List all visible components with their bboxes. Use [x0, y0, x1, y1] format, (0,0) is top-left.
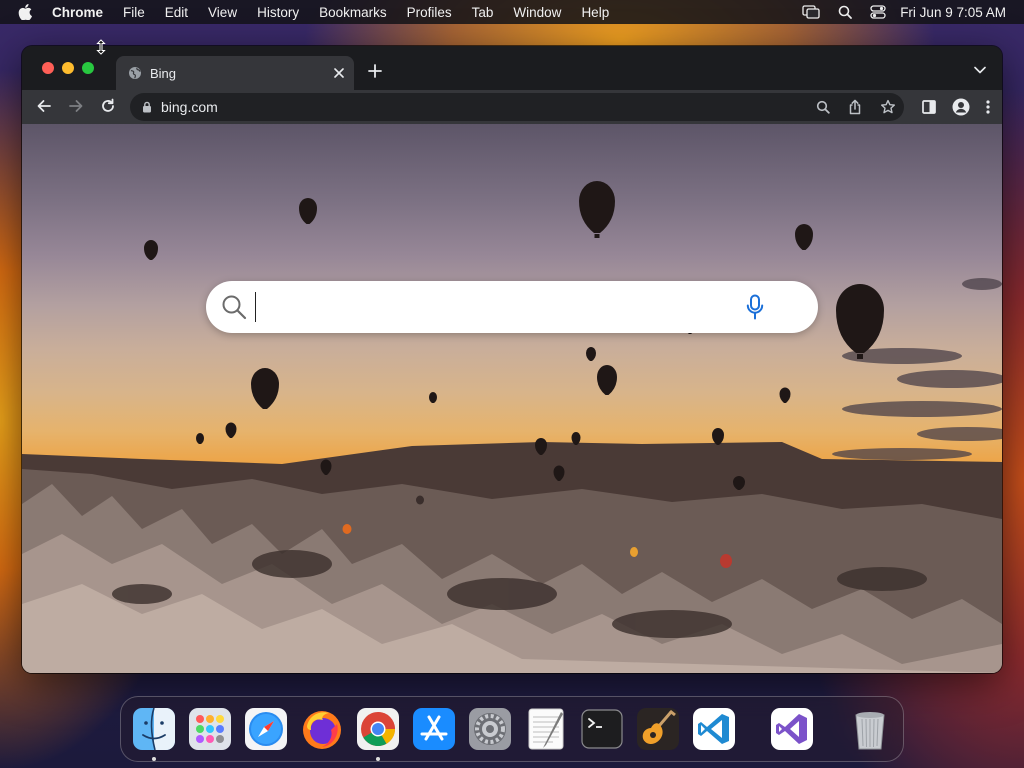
- dock-visual-studio[interactable]: [769, 706, 815, 752]
- menu-bookmarks[interactable]: Bookmarks: [319, 5, 387, 20]
- menu-edit[interactable]: Edit: [165, 5, 188, 20]
- dock-finder[interactable]: [131, 706, 177, 761]
- side-panel-icon[interactable]: [922, 100, 936, 114]
- page-content: [22, 124, 1002, 673]
- search-icon[interactable]: [221, 294, 247, 320]
- safari-compass-icon: [245, 708, 287, 750]
- dock-chrome[interactable]: [355, 706, 401, 761]
- bookmark-star-icon[interactable]: [880, 99, 896, 115]
- menubar-clock[interactable]: Fri Jun 9 7:05 AM: [900, 5, 1006, 20]
- window-minimize-button[interactable]: [62, 62, 74, 74]
- forward-arrow-icon[interactable]: [68, 98, 84, 114]
- menu-window[interactable]: Window: [513, 5, 561, 20]
- tab-bing[interactable]: Bing: [116, 56, 354, 90]
- dock-firefox[interactable]: [299, 706, 345, 752]
- dock-safari[interactable]: [243, 706, 289, 752]
- tab-strip: Bing: [22, 46, 1002, 90]
- control-center-icon[interactable]: [870, 5, 886, 19]
- dock-garageband[interactable]: [635, 706, 681, 752]
- dock-trash[interactable]: [847, 706, 893, 752]
- browser-toolbar: bing.com: [22, 90, 1002, 124]
- address-bar[interactable]: bing.com: [130, 93, 904, 121]
- spotlight-search-icon[interactable]: [838, 5, 853, 19]
- chrome-window: Bing bing.com: [22, 46, 1002, 673]
- search-input[interactable]: [255, 292, 725, 322]
- tab-close-icon[interactable]: [334, 68, 344, 78]
- chrome-icon: [357, 708, 399, 750]
- firefox-icon: [303, 711, 341, 749]
- terminal-icon: [581, 709, 623, 749]
- launchpad-icon: [189, 708, 231, 750]
- chrome-menu-kebab-icon[interactable]: [986, 100, 990, 114]
- visual-studio-icon: [771, 708, 813, 750]
- share-icon[interactable]: [848, 99, 862, 115]
- menu-history[interactable]: History: [257, 5, 299, 20]
- window-zoom-button[interactable]: [82, 62, 94, 74]
- background-image: [22, 181, 1002, 673]
- dock-launchpad[interactable]: [187, 706, 233, 752]
- reload-icon[interactable]: [100, 98, 116, 114]
- apple-menu-icon[interactable]: [18, 4, 34, 20]
- trash-icon: [855, 712, 885, 750]
- screen-mirroring-icon[interactable]: [802, 5, 820, 19]
- textedit-icon: [528, 708, 564, 750]
- finder-icon: [133, 707, 175, 751]
- zoom-search-icon[interactable]: [816, 100, 830, 114]
- menu-profiles[interactable]: Profiles: [407, 5, 452, 20]
- dock: [120, 696, 904, 762]
- vscode-icon: [693, 708, 735, 750]
- menu-view[interactable]: View: [208, 5, 237, 20]
- bing-search-box[interactable]: [206, 281, 818, 333]
- app-store-icon: [413, 708, 455, 750]
- resize-cursor-icon: [96, 39, 106, 55]
- new-tab-plus-icon[interactable]: [368, 64, 382, 78]
- dock-terminal[interactable]: [579, 706, 625, 752]
- lock-icon[interactable]: [142, 101, 152, 113]
- menu-help[interactable]: Help: [581, 5, 609, 20]
- running-indicator: [152, 757, 156, 761]
- back-arrow-icon[interactable]: [36, 98, 52, 114]
- gear-icon: [469, 708, 511, 750]
- profile-avatar-icon[interactable]: [952, 98, 970, 116]
- dock-textedit[interactable]: [523, 706, 569, 752]
- menu-app-name[interactable]: Chrome: [52, 5, 103, 20]
- menu-bar: Chrome File Edit View History Bookmarks …: [0, 0, 1024, 24]
- tab-search-chevron-icon[interactable]: [974, 66, 986, 74]
- dock-vscode[interactable]: [691, 706, 737, 752]
- dock-system-settings[interactable]: [467, 706, 513, 752]
- guitar-icon: [637, 708, 679, 750]
- menu-tab[interactable]: Tab: [472, 5, 494, 20]
- window-close-button[interactable]: [42, 62, 54, 74]
- running-indicator: [376, 757, 380, 761]
- dock-app-store[interactable]: [411, 706, 457, 752]
- globe-icon: [128, 66, 142, 80]
- menu-file[interactable]: File: [123, 5, 145, 20]
- address-url[interactable]: bing.com: [161, 99, 218, 115]
- microphone-icon[interactable]: [746, 294, 764, 320]
- tab-title: Bing: [150, 65, 177, 81]
